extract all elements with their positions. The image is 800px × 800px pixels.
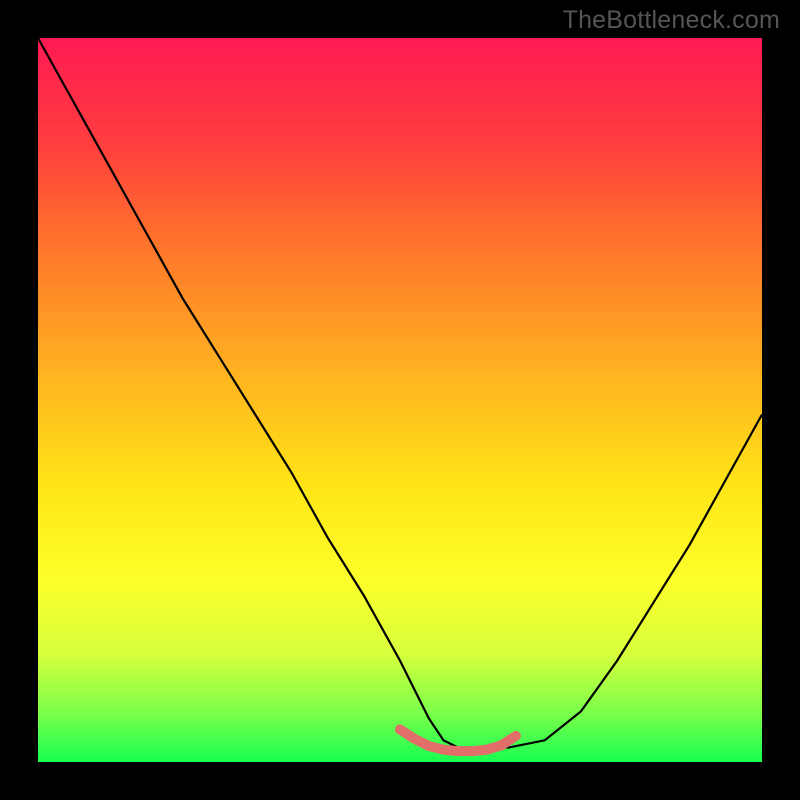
bottleneck-curve bbox=[38, 38, 762, 748]
chart-frame: TheBottleneck.com bbox=[0, 0, 800, 800]
benchmark-region bbox=[400, 729, 516, 751]
plot-area bbox=[38, 38, 762, 762]
curve-layer bbox=[38, 38, 762, 762]
watermark-text: TheBottleneck.com bbox=[563, 6, 780, 35]
